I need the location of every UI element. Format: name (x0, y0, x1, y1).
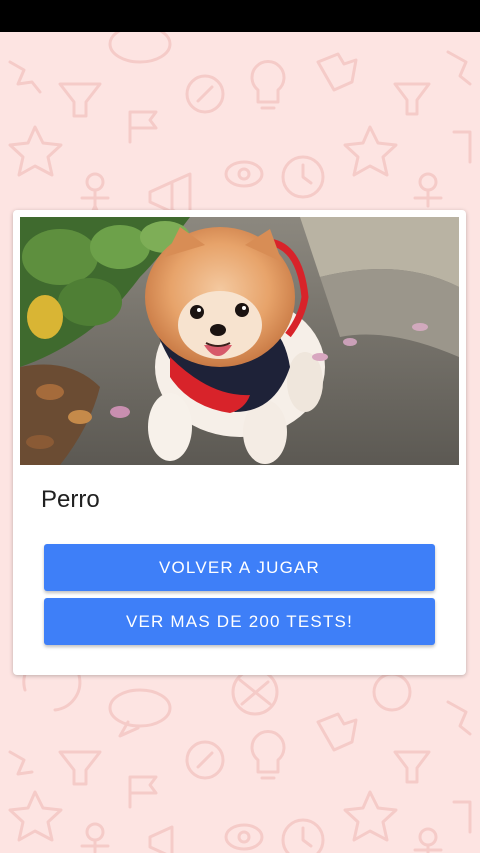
status-bar (0, 0, 480, 32)
play-again-button[interactable]: VOLVER A JUGAR (44, 544, 435, 591)
more-tests-button[interactable]: VER MAS DE 200 TESTS! (44, 598, 435, 645)
result-image (20, 217, 459, 465)
result-title: Perro (41, 486, 100, 513)
result-card: Perro VOLVER A JUGAR VER MAS DE 200 TEST… (13, 210, 466, 675)
